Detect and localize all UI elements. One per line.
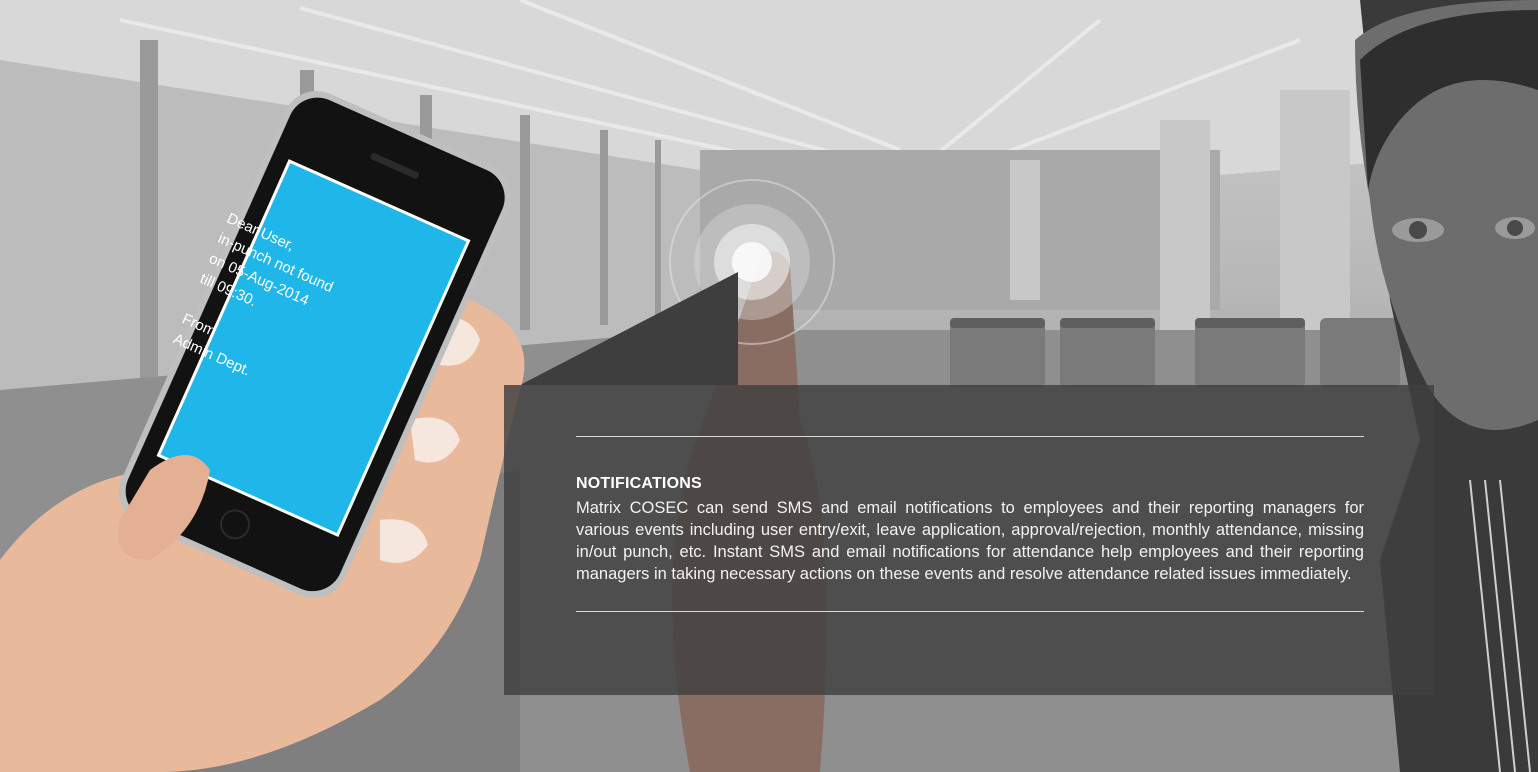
panel-description: Matrix COSEC can send SMS and email noti… xyxy=(576,499,1364,583)
panel-divider-top xyxy=(576,436,1364,437)
hero-scene: Dear User, in-punch not found on 05-Aug-… xyxy=(0,0,1538,772)
notifications-info-panel: NOTIFICATIONS Matrix COSEC can send SMS … xyxy=(504,385,1434,695)
panel-title: NOTIFICATIONS xyxy=(576,475,702,492)
panel-divider-bottom xyxy=(576,611,1364,612)
